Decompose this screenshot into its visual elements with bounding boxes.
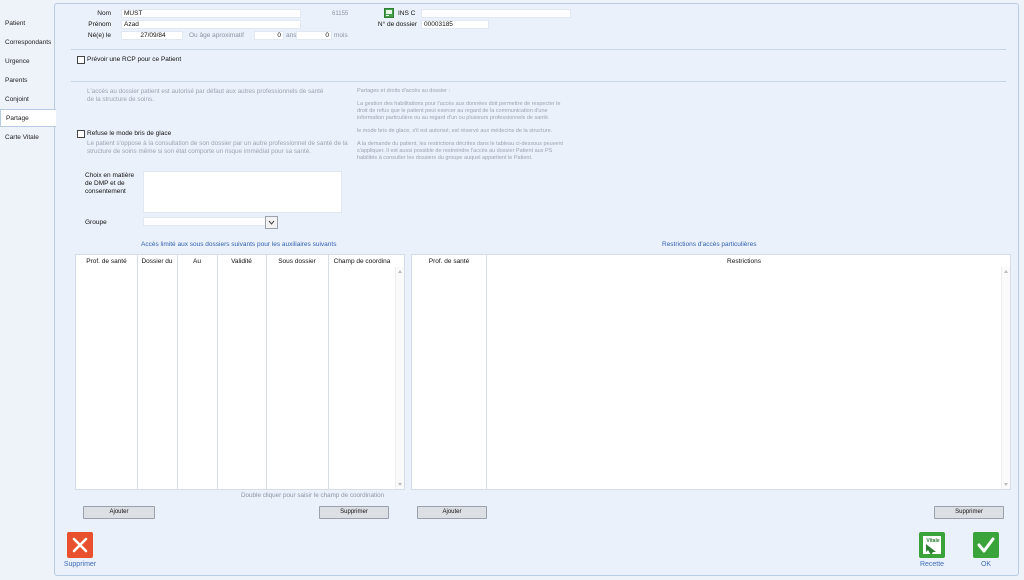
right-table-title: Restrictions d'accès particulières [662, 241, 757, 248]
delete-patient-button[interactable] [67, 532, 93, 558]
access-info-text: L'accès au dossier patient est autorisé … [87, 88, 324, 103]
scroll-down-icon[interactable] [1004, 483, 1008, 486]
bris-glace-desc: Le patient s'oppose à la consultation de… [87, 140, 348, 155]
left-add-button[interactable]: Ajouter [83, 506, 155, 519]
close-icon [72, 537, 88, 553]
right-table-scrollbar[interactable] [1001, 267, 1010, 489]
dossier-number-label: N° de dossier [377, 21, 417, 28]
divider-mid [71, 81, 1006, 82]
rcp-checkbox[interactable] [77, 56, 85, 64]
left-table-scrollbar[interactable] [395, 267, 404, 489]
coordination-hint: Double cliquer pour saisir le champ de c… [241, 492, 385, 499]
groupe-select[interactable] [143, 217, 267, 226]
col-header-dossier-du[interactable]: Dossier du [137, 255, 177, 267]
col-header-restrictions[interactable]: Restrictions [486, 255, 1002, 267]
dmp-label: Choix en matière de DMP et de consenteme… [85, 172, 135, 195]
sharing-info-p1: La gestion des habilitations pour l'accè… [357, 101, 561, 121]
tab-partage[interactable]: Partage [0, 109, 56, 127]
right-delete-button[interactable]: Supprimer [934, 506, 1004, 519]
age-years-field[interactable]: 0 [254, 31, 284, 40]
vitale-badge-text: Vitale [926, 538, 939, 544]
column-divider [217, 255, 218, 489]
column-divider [137, 255, 138, 489]
bris-glace-label[interactable]: Refuse le mode bris de glace [87, 130, 171, 137]
rcp-label[interactable]: Prévoir une RCP pour ce Patient [87, 56, 181, 63]
left-delete-button[interactable]: Supprimer [319, 506, 389, 519]
column-divider [266, 255, 267, 489]
nom-field[interactable]: MUST [121, 9, 301, 18]
mois-label: mois [334, 32, 348, 39]
scroll-up-icon[interactable] [398, 270, 402, 273]
acces-limite-table[interactable]: Prof. de santé Dossier du Au Validité So… [75, 254, 405, 490]
sharing-info-p2: le mode bris de glace, s'il est autorisé… [357, 128, 553, 134]
ins-c-label: INS C [398, 10, 416, 17]
ok-label[interactable]: OK [964, 561, 1008, 568]
age-approx-label: Ou âge aproximatif [189, 32, 244, 39]
prenom-label: Prénom [88, 21, 111, 28]
tab-conjoint[interactable]: Conjoint [0, 91, 54, 109]
recette-label[interactable]: Recette [910, 561, 954, 568]
tab-patient[interactable]: Patient [0, 15, 54, 33]
sharing-info-title: Partages et droits d'accès au dossier : [357, 88, 451, 94]
scroll-up-icon[interactable] [1004, 270, 1008, 273]
groupe-label: Groupe [85, 219, 107, 226]
ins-c-field[interactable] [421, 9, 571, 18]
ans-label: ans [286, 32, 297, 39]
sharing-info-p3: A la demande du patient, les restriction… [357, 141, 564, 161]
divider-top [71, 49, 1006, 50]
tab-urgence[interactable]: Urgence [0, 53, 54, 71]
birthdate-field[interactable]: 27/09/84 [121, 31, 183, 40]
scroll-down-icon[interactable] [398, 483, 402, 486]
partage-panel: Nom MUST 61155 Prénom Azad Né(e) le 27/0… [54, 3, 1019, 576]
delete-patient-label[interactable]: Supprimer [57, 561, 103, 568]
chevron-down-icon [268, 220, 275, 225]
ok-button[interactable] [973, 532, 999, 558]
tab-carte-vitale[interactable]: Carte Vitale [0, 129, 54, 147]
bris-glace-checkbox[interactable] [77, 130, 85, 138]
ne-le-label: Né(e) le [87, 32, 111, 39]
column-divider [177, 255, 178, 489]
tab-parents[interactable]: Parents [0, 72, 54, 90]
dmp-textarea[interactable] [143, 171, 342, 213]
sharing-info-block: Partages et droits d'accès au dossier : … [357, 88, 567, 162]
restrictions-table[interactable]: Prof. de santé Restrictions [411, 254, 1011, 490]
col-header-prof-sante[interactable]: Prof. de santé [412, 255, 486, 267]
col-header-sous-dossier[interactable]: Sous dossier [266, 255, 328, 267]
patient-id-number: 61155 [332, 11, 349, 17]
column-divider [328, 255, 329, 489]
checkmark-icon [977, 537, 995, 553]
prenom-field[interactable]: Azad [121, 20, 301, 29]
tab-correspondants[interactable]: Correspondants [0, 34, 54, 52]
left-table-title: Accès limité aux sous dossiers suivants … [141, 241, 337, 248]
recette-button[interactable]: Vitale [919, 532, 945, 558]
tab-list: Patient Correspondants Urgence Parents C… [0, 4, 56, 576]
col-header-prof-sante[interactable]: Prof. de santé [76, 255, 137, 267]
right-add-button[interactable]: Ajouter [417, 506, 487, 519]
age-months-field[interactable]: 0 [296, 31, 332, 40]
vitale-card-icon: Vitale [923, 536, 941, 555]
col-header-au[interactable]: Au [177, 255, 217, 267]
ins-c-icon[interactable] [384, 8, 394, 18]
col-header-champ-coordination[interactable]: Champ de coordina [328, 255, 396, 267]
col-header-validite[interactable]: Validité [217, 255, 266, 267]
groupe-dropdown-button[interactable] [265, 216, 278, 229]
nom-label: Nom [97, 10, 111, 17]
dossier-number-field[interactable]: 00003185 [421, 20, 489, 29]
column-divider [486, 255, 487, 489]
